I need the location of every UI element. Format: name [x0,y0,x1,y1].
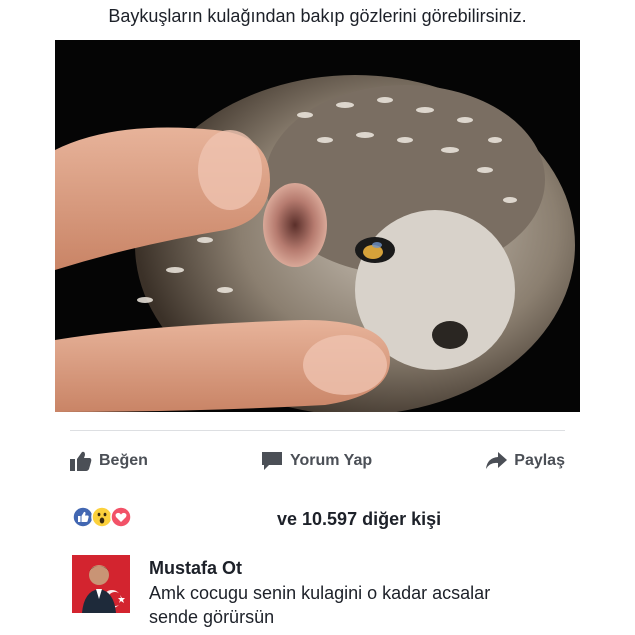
like-button[interactable]: Beğen [70,451,148,471]
comment-text-line-1: Amk cocugu senin kulagini o kadar acsala… [149,583,491,603]
reaction-icons [72,505,132,533]
share-arrow-icon [485,451,508,471]
comment-button-label: Yorum Yap [290,452,373,469]
action-divider [70,430,565,431]
reactions-summary[interactable]: ve 10.597 diğer kişi [72,505,572,533]
comment-author-name[interactable]: Mustafa Ot [149,557,589,579]
thumbs-up-icon [70,451,92,471]
post-photo[interactable] [55,40,580,412]
comment-button[interactable]: Yorum Yap [261,451,372,471]
comment-text-line-2: sende görürsün [149,607,275,627]
reaction-count[interactable]: ve 10.597 diğer kişi [277,509,441,530]
post-caption: Baykuşların kulağından bakıp gözlerini g… [108,6,527,26]
comment-text: Amk cocugu senin kulagini o kadar acsala… [149,581,589,629]
post-action-bar: Beğen Yorum Yap Paylaş [70,446,565,476]
comment-body: Mustafa Ot Amk cocugu senin kulagini o k… [149,557,589,629]
share-button[interactable]: Paylaş [485,451,565,471]
avatar[interactable] [72,555,130,613]
love-icon [110,505,132,533]
comment-item: Mustafa Ot Amk cocugu senin kulagini o k… [72,555,592,630]
share-button-label: Paylaş [514,452,565,469]
like-button-label: Beğen [99,452,148,469]
owl-photo-image [55,40,580,412]
comment-bubble-icon [261,451,283,471]
